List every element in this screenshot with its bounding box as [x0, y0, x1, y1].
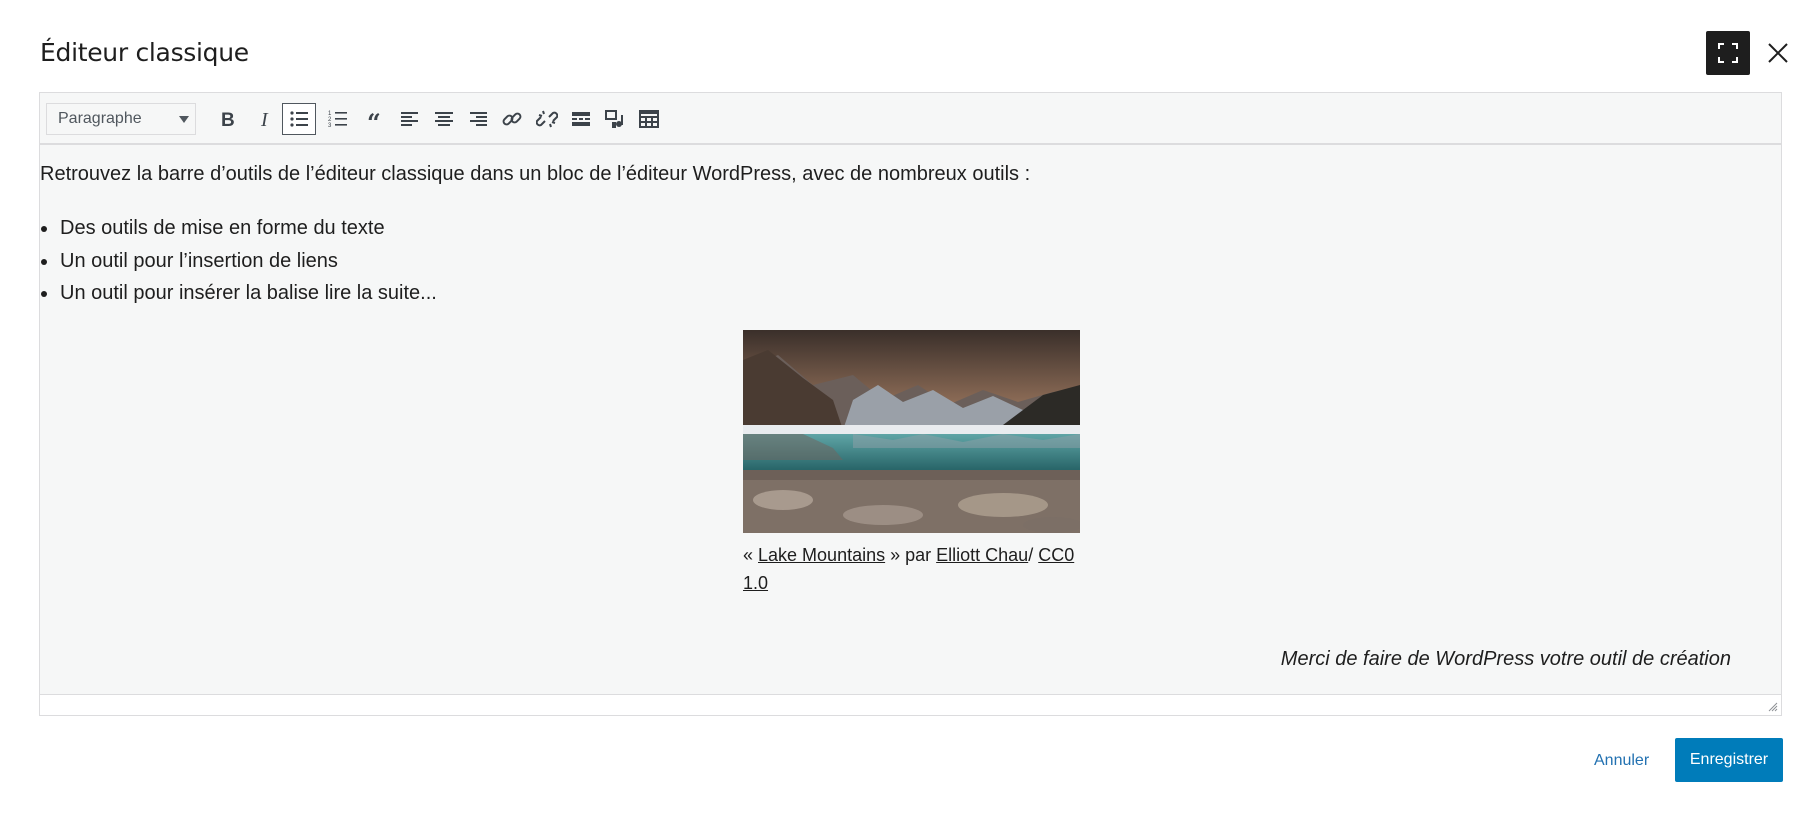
bullet-list-button[interactable] [282, 103, 316, 135]
link-icon [502, 112, 522, 126]
format-select-value: Paragraphe [58, 110, 142, 127]
close-button[interactable] [1760, 34, 1796, 72]
list-item: Des outils de mise en forme du texte [40, 216, 437, 249]
classic-editor: Paragraphe B I 1 2 3 “ Retrouvez la barr… [39, 92, 1782, 716]
bold-button[interactable]: B [210, 103, 244, 135]
chevron-down-icon [179, 116, 189, 123]
align-right-icon [470, 112, 487, 126]
svg-text:“: “ [367, 108, 381, 130]
quote-icon: “ [367, 108, 381, 130]
image-caption: « Lake Mountains » par Elliott Chau/ CC0… [743, 541, 1081, 597]
editor-toolbar: Paragraphe B I 1 2 3 “ [40, 93, 1781, 145]
modal-title: Éditeur classique [40, 38, 249, 67]
editor-statusbar [40, 694, 1781, 715]
lake-mountains-image[interactable] [743, 330, 1080, 533]
fullscreen-button[interactable] [1706, 31, 1750, 75]
intro-paragraph: Retrouvez la barre d’outils de l’éditeur… [40, 163, 1031, 185]
resize-handle-icon[interactable] [1766, 700, 1778, 712]
caption-mid: » par [885, 545, 937, 565]
caption-author-link[interactable]: Elliott Chau [936, 545, 1028, 565]
fullscreen-icon [1718, 43, 1738, 63]
add-media-button[interactable] [598, 103, 632, 135]
toolbar-toggle-icon [639, 110, 659, 128]
read-more-button[interactable] [564, 103, 598, 135]
bold-icon: B [221, 110, 235, 130]
numbered-list-icon: 1 2 3 [328, 111, 347, 129]
caption-separator: / [1028, 545, 1039, 565]
editor-content[interactable]: Retrouvez la barre d’outils de l’éditeur… [40, 145, 1781, 679]
unlink-icon [536, 110, 558, 128]
svg-text:B: B [221, 110, 235, 130]
bullet-list-icon [290, 111, 308, 127]
blockquote-button[interactable]: “ [360, 103, 394, 135]
align-left-button[interactable] [393, 103, 427, 135]
svg-text:3: 3 [328, 123, 332, 129]
cancel-button[interactable]: Annuler [1594, 752, 1649, 770]
read-more-icon [572, 112, 590, 126]
image-figure: « Lake Mountains » par Elliott Chau/ CC0… [743, 330, 1081, 597]
caption-prefix: « [743, 545, 759, 565]
align-center-icon [435, 112, 453, 126]
caption-title-link[interactable]: Lake Mountains [758, 545, 885, 565]
feature-list: Des outils de mise en forme du texte Un … [40, 216, 437, 314]
format-select[interactable]: Paragraphe [46, 103, 196, 135]
remove-link-button[interactable] [530, 103, 564, 135]
svg-text:I: I [260, 109, 269, 130]
italic-button[interactable]: I [249, 103, 283, 135]
numbered-list-button[interactable]: 1 2 3 [321, 103, 355, 135]
list-item: Un outil pour insérer la balise lire la … [40, 281, 437, 314]
list-item: Un outil pour l’insertion de liens [40, 249, 437, 282]
italic-icon: I [260, 109, 269, 130]
insert-link-button[interactable] [495, 103, 529, 135]
save-button[interactable]: Enregistrer [1675, 738, 1783, 782]
align-left-icon [401, 112, 418, 126]
align-center-button[interactable] [427, 103, 461, 135]
align-right-button[interactable] [461, 103, 495, 135]
toolbar-toggle-button[interactable] [632, 103, 666, 135]
add-media-icon [605, 110, 623, 128]
thanks-paragraph: Merci de faire de WordPress votre outil … [1280, 648, 1731, 670]
close-icon [1768, 43, 1788, 63]
